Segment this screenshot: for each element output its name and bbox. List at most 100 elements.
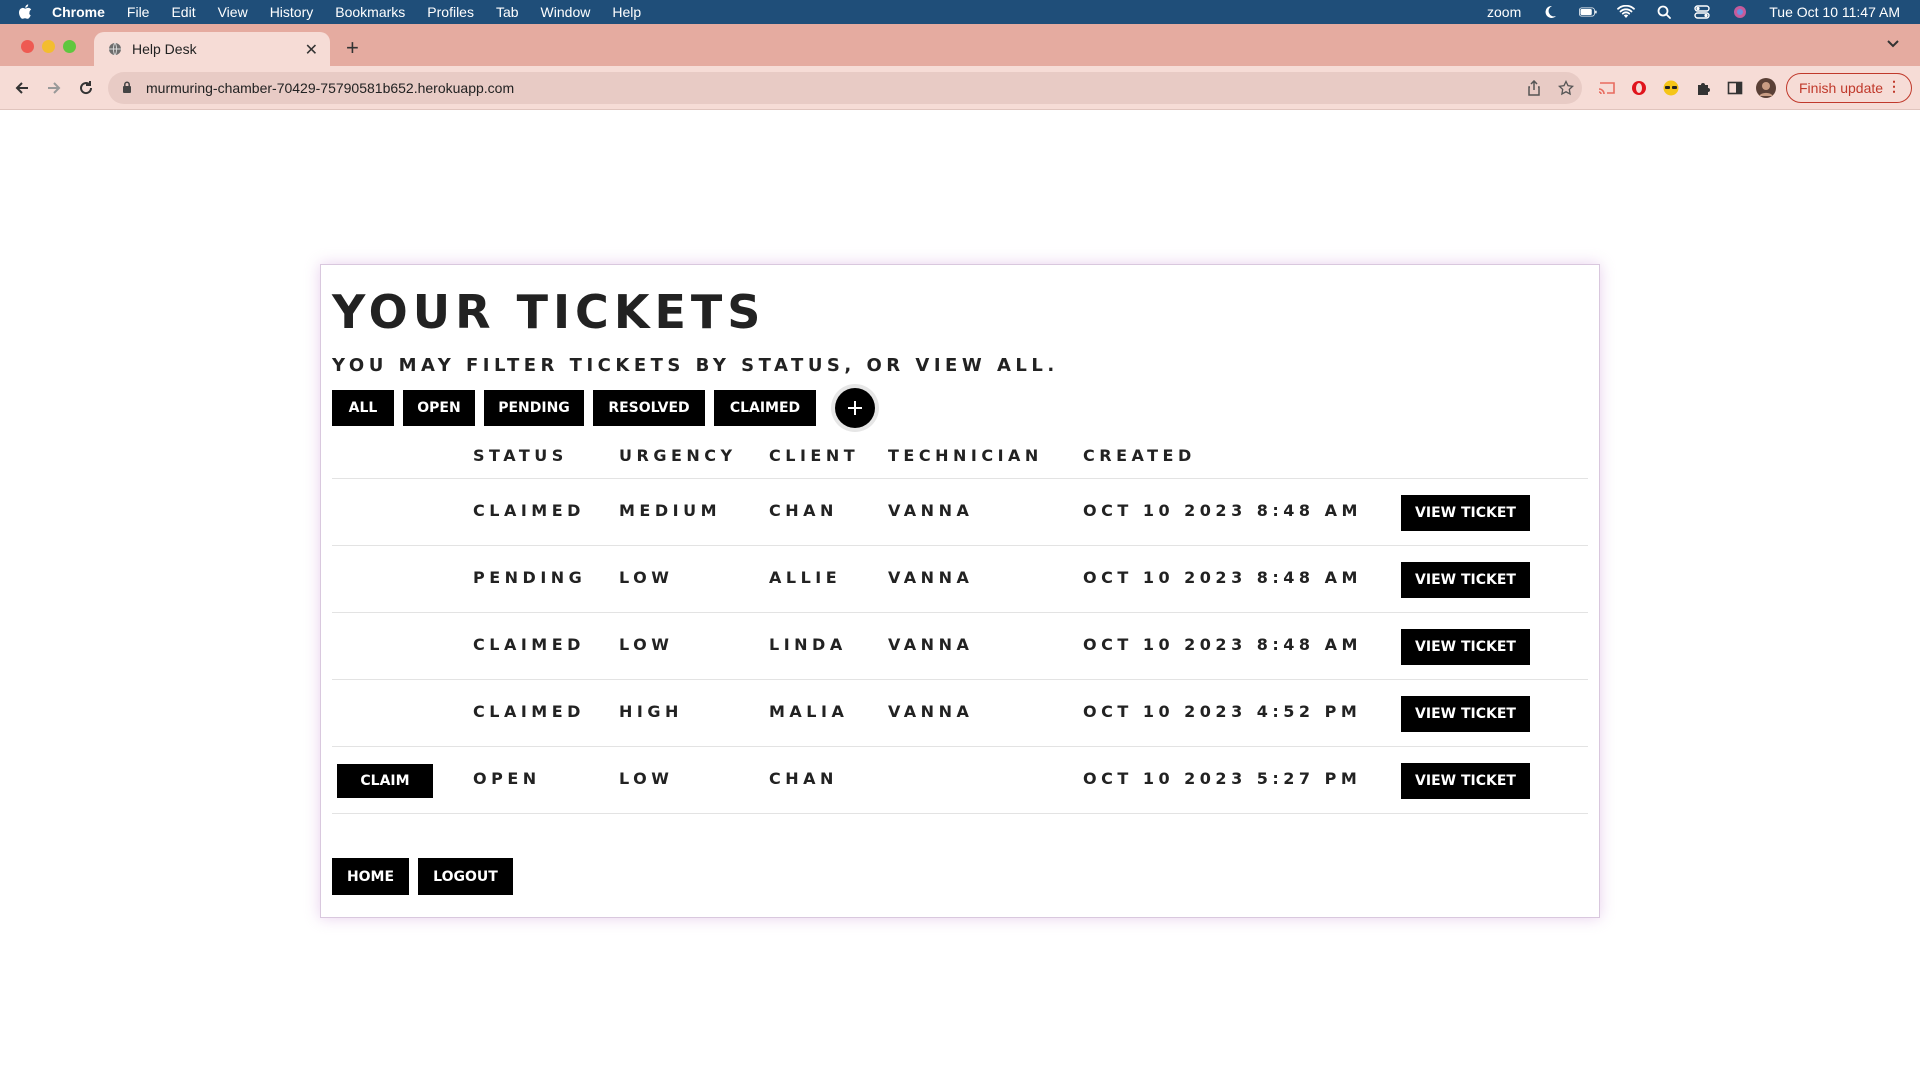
menubar-clock[interactable]: Tue Oct 10 11:47 AM [1769,4,1900,20]
table-row: CLAIMED MEDIUM CHAN VANNA OCT 10 2023 8:… [332,479,1588,546]
extension-cast-icon[interactable] [1598,79,1616,97]
home-button[interactable]: HOME [332,858,409,895]
menu-edit[interactable]: Edit [171,4,195,20]
view-ticket-button[interactable]: VIEW TICKET [1401,562,1530,598]
cell-technician: VANNA [888,501,974,520]
menu-tab[interactable]: Tab [496,4,519,20]
zoom-status[interactable]: zoom [1487,4,1521,20]
cell-urgency: LOW [619,635,674,654]
status-filter-bar: ALL OPEN PENDING RESOLVED CLAIMED [332,388,875,428]
table-header: STATUS URGENCY CLIENT TECHNICIAN CREATED [332,435,1588,479]
filter-claimed-button[interactable]: CLAIMED [714,390,816,426]
cell-created: OCT 10 2023 5:27 PM [1083,769,1362,788]
cell-urgency: LOW [619,769,674,788]
cell-status: CLAIMED [473,501,585,520]
view-ticket-button[interactable]: VIEW TICKET [1401,763,1530,799]
table-row: CLAIMED HIGH MALIA VANNA OCT 10 2023 4:5… [332,680,1588,747]
column-header-urgency: URGENCY [619,446,737,465]
macos-menu-bar: Chrome File Edit View History Bookmarks … [0,0,1920,24]
cell-technician: VANNA [888,568,974,587]
page-subtitle: YOU MAY FILTER TICKETS BY STATUS, OR VIE… [332,355,1059,376]
cell-urgency: LOW [619,568,674,587]
chevron-down-icon[interactable] [1886,36,1900,54]
filter-all-button[interactable]: ALL [332,390,394,426]
maximize-window-button[interactable] [63,40,76,53]
lock-icon[interactable] [122,81,134,95]
globe-icon [108,42,122,56]
column-header-status: STATUS [473,446,568,465]
cell-client: ALLIE [769,568,842,587]
page-title: YOUR TICKETS [332,285,766,339]
menu-view[interactable]: View [218,4,248,20]
profile-avatar[interactable] [1756,78,1776,98]
address-bar[interactable]: murmuring-chamber-70429-75790581b652.her… [108,72,1582,104]
spotlight-search-icon[interactable] [1655,5,1673,19]
bookmark-star-icon[interactable] [1557,79,1575,96]
menu-app-chrome[interactable]: Chrome [52,4,105,20]
back-arrow-icon[interactable] [10,76,34,100]
cell-status: OPEN [473,769,541,788]
more-vertical-icon[interactable]: ⋮ [1887,78,1901,95]
add-ticket-button[interactable] [835,388,875,428]
filter-open-button[interactable]: OPEN [403,390,475,426]
logout-button[interactable]: LOGOUT [418,858,513,895]
menu-window[interactable]: Window [541,4,591,20]
menu-profiles[interactable]: Profiles [427,4,474,20]
cell-client: LINDA [769,635,847,654]
filter-resolved-button[interactable]: RESOLVED [593,390,705,426]
window-controls [21,40,76,53]
share-icon[interactable] [1526,79,1542,96]
moon-icon[interactable] [1541,5,1559,19]
tab-title: Help Desk [132,41,197,57]
cell-status: CLAIMED [473,635,585,654]
browser-tab-strip: Help Desk ✕ + [0,24,1920,66]
cell-created: OCT 10 2023 8:48 AM [1083,568,1362,587]
menu-bookmarks[interactable]: Bookmarks [335,4,405,20]
control-center-icon[interactable] [1693,5,1711,19]
filter-pending-button[interactable]: PENDING [484,390,584,426]
cell-client: MALIA [769,702,849,721]
opera-extension-icon[interactable] [1630,79,1648,97]
url-text[interactable]: murmuring-chamber-70429-75790581b652.her… [146,80,514,96]
column-header-client: CLIENT [769,446,860,465]
cell-created: OCT 10 2023 8:48 AM [1083,635,1362,654]
page-viewport: YOUR TICKETS YOU MAY FILTER TICKETS BY S… [0,110,1920,1080]
view-ticket-button[interactable]: VIEW TICKET [1401,495,1530,531]
claim-ticket-button[interactable]: CLAIM [337,764,433,798]
menu-help[interactable]: Help [612,4,641,20]
forward-arrow-icon[interactable] [42,76,66,100]
wifi-icon[interactable] [1617,5,1636,19]
browser-toolbar: murmuring-chamber-70429-75790581b652.her… [0,66,1920,110]
menu-history[interactable]: History [270,4,314,20]
puzzle-extensions-icon[interactable] [1694,79,1712,97]
footer-actions: HOME LOGOUT [332,858,513,895]
apple-icon[interactable] [18,4,32,20]
minimize-window-button[interactable] [42,40,55,53]
tickets-table: STATUS URGENCY CLIENT TECHNICIAN CREATED… [332,435,1588,814]
cell-client: CHAN [769,501,838,520]
table-row: CLAIM OPEN LOW CHAN OCT 10 2023 5:27 PM … [332,747,1588,814]
close-window-button[interactable] [21,40,34,53]
finish-update-label: Finish update [1799,80,1884,96]
cell-created: OCT 10 2023 8:48 AM [1083,501,1362,520]
menu-file[interactable]: File [127,4,150,20]
view-ticket-button[interactable]: VIEW TICKET [1401,696,1530,732]
table-row: CLAIMED LOW LINDA VANNA OCT 10 2023 8:48… [332,613,1588,680]
sunglasses-extension-icon[interactable] [1662,79,1680,97]
tickets-card: YOUR TICKETS YOU MAY FILTER TICKETS BY S… [320,264,1600,918]
close-tab-icon[interactable]: ✕ [305,40,318,60]
cell-technician: VANNA [888,635,974,654]
new-tab-icon[interactable]: + [346,35,359,61]
browser-tab-help-desk[interactable]: Help Desk ✕ [94,32,330,66]
column-header-technician: TECHNICIAN [888,446,1043,465]
reload-icon[interactable] [74,76,98,100]
cell-created: OCT 10 2023 4:52 PM [1083,702,1362,721]
side-panel-icon[interactable] [1726,79,1744,97]
cell-urgency: HIGH [619,702,683,721]
view-ticket-button[interactable]: VIEW TICKET [1401,629,1530,665]
siri-icon[interactable] [1731,5,1749,19]
column-header-created: CREATED [1083,446,1196,465]
finish-update-button[interactable]: Finish update ⋮ [1786,73,1912,103]
battery-icon[interactable] [1579,5,1597,19]
cell-urgency: MEDIUM [619,501,721,520]
